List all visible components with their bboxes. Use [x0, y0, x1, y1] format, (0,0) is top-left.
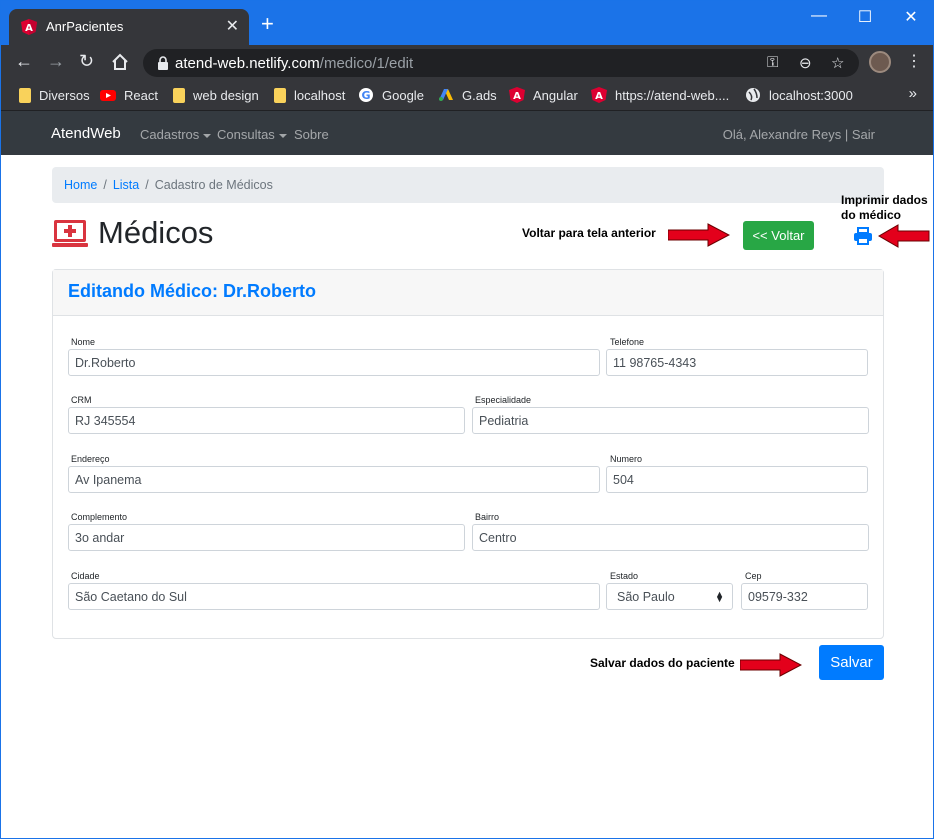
breadcrumb-current: Cadastro de Médicos: [154, 178, 273, 192]
breadcrumb-list[interactable]: Lista: [113, 178, 139, 192]
minimize-icon[interactable]: —: [796, 7, 842, 25]
app-navbar: AtendWeb Cadastros Consultas Sobre Olá, …: [1, 111, 933, 155]
crm-field[interactable]: RJ 345554: [68, 407, 465, 434]
especialidade-field[interactable]: Pediatria: [472, 407, 869, 434]
numero-field[interactable]: 504: [606, 466, 868, 493]
annotation-back: Voltar para tela anterior: [522, 226, 656, 240]
cidade-label: Cidade: [71, 571, 100, 581]
folder-icon: [173, 87, 185, 103]
cep-label: Cep: [745, 571, 762, 581]
telefone-field[interactable]: 11 98765-4343: [606, 349, 868, 376]
estado-label: Estado: [610, 571, 639, 581]
annotation-arrow-left-icon: [878, 224, 930, 248]
bookmark-web-design[interactable]: web design: [173, 86, 259, 104]
tab-title: AnrPacientes: [46, 19, 124, 34]
annotation-save: Salvar dados do paciente: [590, 656, 735, 670]
select-arrows-icon: ▲ ▼: [715, 589, 724, 604]
back-button[interactable]: << Voltar: [743, 221, 814, 250]
caret-down-icon: [278, 133, 287, 138]
card-header: Editando Médico: Dr.Roberto: [53, 270, 883, 316]
telefone-label: Telefone: [610, 337, 645, 347]
card-title: Editando Médico: Dr.Roberto: [68, 281, 317, 301]
print-icon[interactable]: [853, 227, 873, 245]
address-bar[interactable]: atend-web.netlify.com/medico/1/edit ⚿ ⊖ …: [143, 49, 859, 77]
google-icon: G: [359, 88, 373, 102]
bookmark-gads[interactable]: G.ads: [438, 86, 497, 104]
home-icon[interactable]: [111, 53, 129, 71]
bookmark-atend-web[interactable]: Ahttps://atend-web....: [591, 86, 729, 104]
browser-toolbar: ← → ↻ atend-web.netlify.com/medico/1/edi…: [1, 45, 933, 79]
doctor-form-card: Editando Médico: Dr.Roberto Nome Dr.Robe…: [52, 269, 884, 639]
medical-monitor-icon: [52, 220, 88, 247]
bookmark-angular[interactable]: A Angular: [509, 86, 578, 104]
new-tab-button[interactable]: +: [261, 13, 274, 35]
profile-avatar[interactable]: [869, 51, 891, 73]
more-bookmarks-icon[interactable]: »: [909, 85, 917, 102]
angular-icon: A: [591, 87, 607, 103]
reload-icon[interactable]: ↻: [79, 51, 94, 72]
complemento-label: Complemento: [71, 512, 128, 522]
svg-text:A: A: [513, 91, 521, 102]
svg-text:A: A: [25, 23, 33, 34]
browser-tab[interactable]: A AnrPacientes ✕: [9, 9, 249, 45]
breadcrumb-home[interactable]: Home: [64, 178, 97, 192]
bookmark-diversos[interactable]: Diversos: [19, 86, 90, 104]
bairro-label: Bairro: [475, 512, 500, 522]
endereco-field[interactable]: Av Ipanema: [68, 466, 600, 493]
bookmark-localhost-3000[interactable]: localhost:3000: [745, 86, 853, 104]
youtube-icon: [100, 90, 116, 101]
complemento-field[interactable]: 3o andar: [68, 524, 465, 551]
svg-text:A: A: [595, 91, 603, 102]
bookmark-localhost[interactable]: localhost: [274, 86, 345, 104]
maximize-icon[interactable]: ☐: [842, 7, 888, 27]
folder-icon: [274, 87, 286, 103]
back-arrow-icon[interactable]: ←: [15, 51, 33, 72]
menu-dots-icon[interactable]: ⋮: [906, 51, 922, 71]
google-ads-icon: [439, 89, 453, 101]
annotation-arrow-right-icon: [668, 223, 730, 247]
estado-select[interactable]: São Paulo ▲ ▼: [606, 583, 733, 610]
bookmark-react[interactable]: React: [100, 86, 158, 104]
annotation-print-line2: do médico: [841, 208, 902, 222]
endereco-label: Endereço: [71, 454, 110, 464]
user-greeting[interactable]: Olá, Alexandre Reys | Sair: [723, 127, 875, 142]
annotation-print-line1: Imprimir dados: [841, 193, 928, 207]
numero-label: Numero: [610, 454, 643, 464]
cep-field[interactable]: 09579-332: [741, 583, 868, 610]
lock-icon: [158, 56, 168, 70]
especialidade-label: Especialidade: [475, 395, 532, 405]
nav-sobre[interactable]: Sobre: [294, 127, 329, 142]
angular-icon: A: [21, 19, 37, 35]
brand-link[interactable]: AtendWeb: [51, 125, 121, 142]
save-button[interactable]: Salvar: [819, 645, 884, 680]
angular-icon: A: [509, 87, 525, 103]
bairro-field[interactable]: Centro: [472, 524, 869, 551]
bookmark-google[interactable]: G Google: [358, 86, 424, 104]
bookmarks-bar: Diversos React web design localhost G Goo…: [1, 79, 933, 111]
nav-consultas[interactable]: Consultas: [217, 127, 287, 142]
crm-label: CRM: [71, 395, 92, 405]
svg-text:G: G: [361, 89, 370, 102]
zoom-icon[interactable]: ⊖: [799, 54, 812, 72]
nav-cadastros[interactable]: Cadastros: [140, 127, 212, 142]
star-icon[interactable]: ☆: [831, 54, 844, 72]
globe-icon: [746, 88, 760, 102]
forward-arrow-icon[interactable]: →: [47, 51, 65, 72]
breadcrumb: Home / Lista / Cadastro de Médicos: [52, 167, 884, 203]
key-icon[interactable]: ⚿: [767, 54, 778, 71]
page-title: Médicos: [98, 215, 214, 250]
folder-icon: [19, 87, 31, 103]
browser-window: A AnrPacientes ✕ + — ☐ ✕ ← → ↻ atend-web…: [0, 0, 934, 839]
nome-label: Nome: [71, 337, 96, 347]
caret-down-icon: [203, 133, 212, 138]
close-tab-icon[interactable]: ✕: [226, 16, 239, 36]
annotation-arrow-right-icon: [740, 653, 802, 677]
cidade-field[interactable]: São Caetano do Sul: [68, 583, 600, 610]
tab-bar: A AnrPacientes ✕ + — ☐ ✕: [1, 1, 933, 45]
url-text: atend-web.netlify.com/medico/1/edit: [175, 55, 414, 72]
window-close-icon[interactable]: ✕: [888, 7, 934, 27]
nome-field[interactable]: Dr.Roberto: [68, 349, 600, 376]
